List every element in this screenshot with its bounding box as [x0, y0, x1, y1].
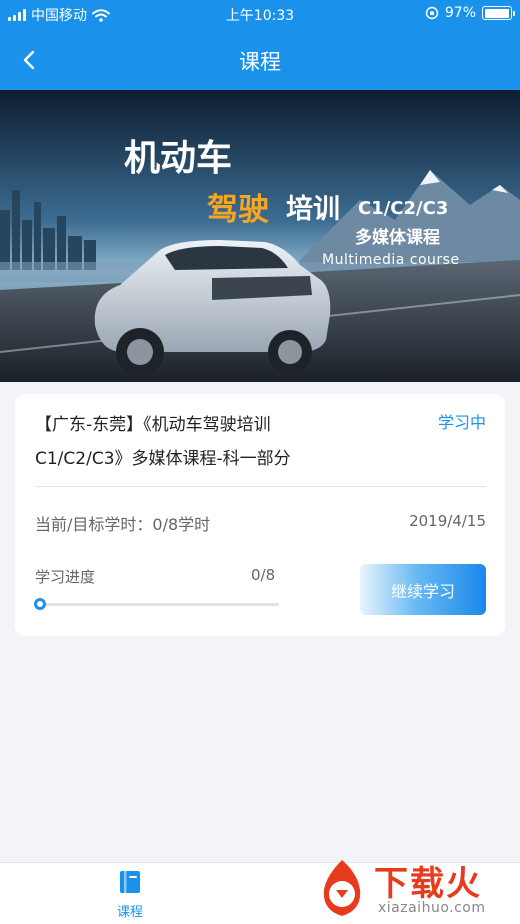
page-title: 课程 — [239, 50, 281, 74]
banner-line2-highlight: 驾驶 — [207, 192, 269, 228]
progress-label: 学习进度 — [35, 568, 96, 586]
study-hours: 当前/目标学时：0/8学时 — [35, 511, 210, 535]
status-right: 97% — [425, 5, 515, 21]
watermark-logo — [323, 860, 361, 916]
progress-bar — [37, 603, 279, 606]
course-date: 2019/4/15 — [409, 512, 486, 530]
progress-knob — [34, 598, 46, 610]
banner-image: 机动车 驾驶 培训 C1/C2/C3 多媒体课程 Multimedia cour… — [0, 90, 520, 382]
watermark-domain: xiazaihuo.com — [378, 900, 486, 916]
banner-line3: 多媒体课程 — [355, 227, 440, 248]
card-divider — [35, 486, 486, 487]
battery-percent: 97% — [444, 5, 476, 21]
status-bar: 中国移动 上午10:33 97% — [0, 0, 520, 28]
book-icon — [120, 871, 140, 893]
banner-line4: Multimedia course — [322, 252, 460, 268]
course-title-line2: C1/C2/C3》多媒体课程-科一部分 — [35, 449, 291, 469]
watermark-brand: 下载火 — [374, 864, 482, 904]
course-card[interactable]: 【广东-东莞】《机动车驾驶培训 C1/C2/C3》多媒体课程-科一部分 学习中 … — [15, 394, 505, 636]
course-title-line1: 【广东-东莞】《机动车驾驶培训 — [35, 415, 271, 435]
orientation-lock-icon — [425, 6, 439, 20]
course-banner: 机动车 驾驶 培训 C1/C2/C3 多媒体课程 Multimedia cour… — [0, 90, 520, 382]
course-title: 【广东-东莞】《机动车驾驶培训 C1/C2/C3》多媒体课程-科一部分 — [35, 408, 395, 476]
hours-value: 0/8学时 — [152, 515, 211, 534]
battery-icon — [482, 6, 515, 20]
banner-line2-rest: 培训 — [286, 194, 340, 225]
hours-label: 当前/目标学时： — [35, 515, 153, 534]
tab-course[interactable]: 课程 — [100, 869, 160, 920]
watermark: 下载火 xiazaihuo.com — [306, 852, 520, 924]
course-status: 学习中 — [437, 413, 486, 432]
progress-value: 0/8 — [251, 566, 276, 584]
nav-bar: 课程 — [0, 28, 520, 90]
tab-course-label: 课程 — [116, 905, 143, 920]
continue-study-button[interactable]: 继续学习 — [360, 564, 486, 615]
banner-line1: 机动车 — [124, 138, 232, 179]
tab-bar: 课程 下载火 xiazaihuo.com — [0, 860, 520, 924]
banner-line2-suffix: C1/C2/C3 — [358, 198, 448, 219]
